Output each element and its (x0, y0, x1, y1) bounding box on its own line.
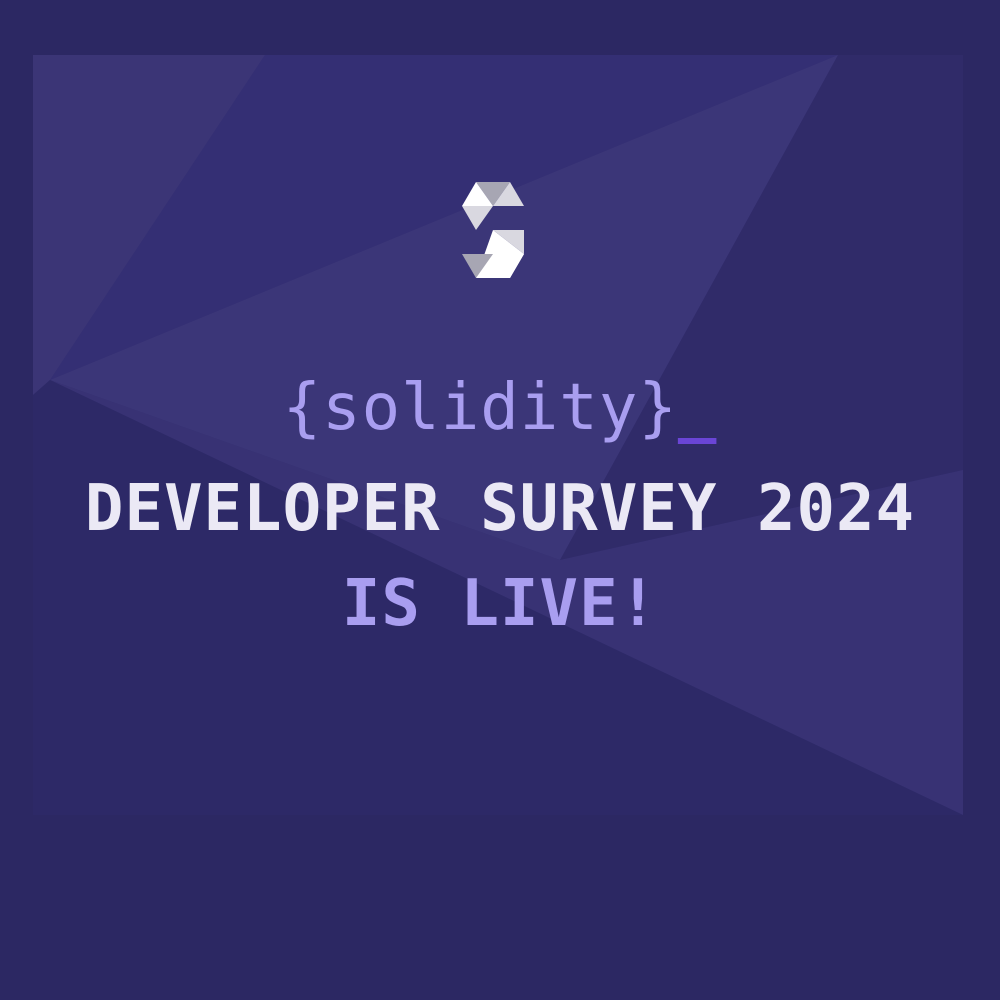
brand-text: {solidity} (282, 371, 678, 445)
solidity-logo-icon (462, 182, 524, 278)
brand-wordmark: {solidity}_ (0, 368, 1000, 448)
announcement-banner: {solidity}_ DEVELOPER SURVEY 2024 IS LIV… (0, 0, 1000, 1000)
live-subtitle: IS LIVE! (341, 567, 659, 641)
cursor-glyph: _ (677, 371, 718, 445)
survey-title: DEVELOPER SURVEY 2024 (84, 472, 916, 546)
